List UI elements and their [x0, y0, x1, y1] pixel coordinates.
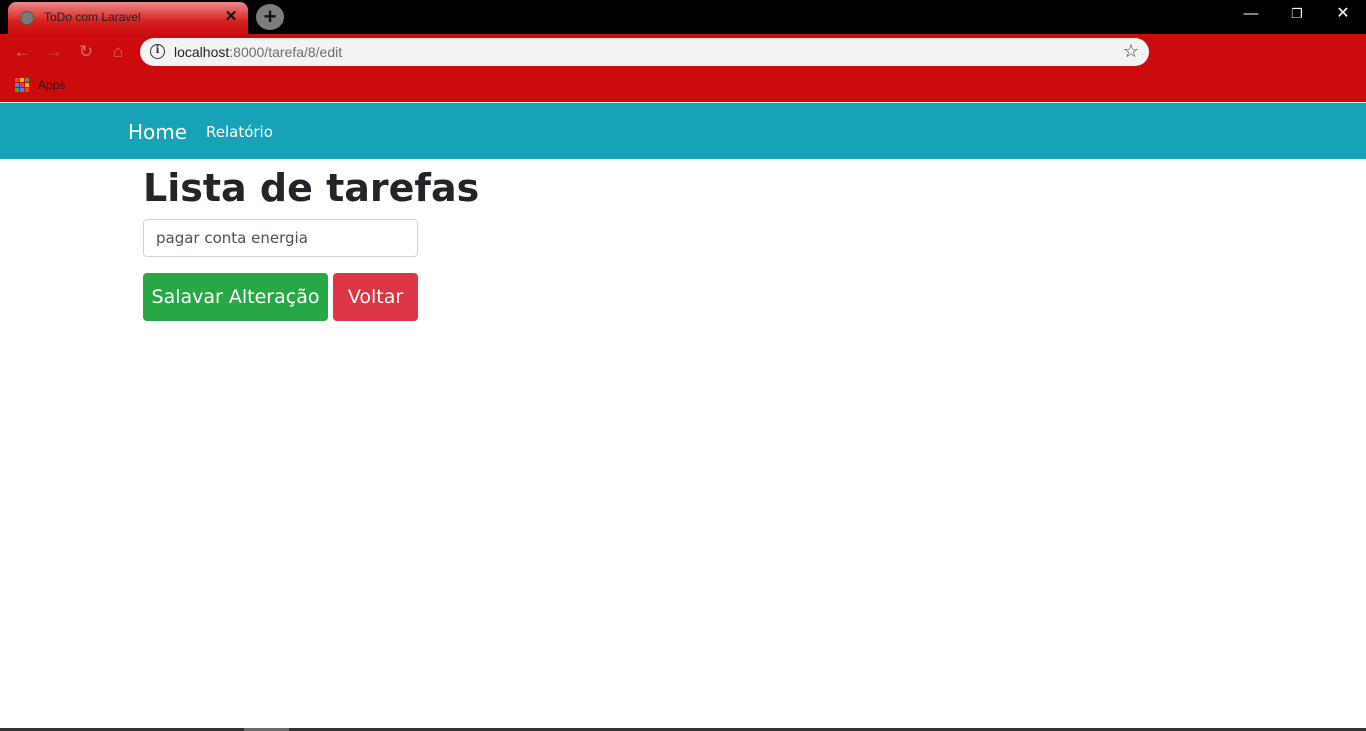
url-text[interactable]: localhost:8000/tarefa/8/edit	[174, 44, 342, 60]
browser-titlebar: ToDo com Laravel ✕ + — ❐ ✕	[0, 0, 1366, 34]
app-navbar: Home Relatório	[0, 103, 1366, 159]
url-host: localhost	[174, 44, 230, 60]
nav-link-relatorio[interactable]: Relatório	[206, 123, 273, 141]
home-icon[interactable]: ⌂	[107, 41, 129, 63]
back-button[interactable]: Voltar	[333, 273, 418, 321]
reload-icon[interactable]: ↻	[75, 41, 97, 63]
bookmark-star-icon[interactable]: ☆	[1123, 41, 1139, 62]
tab-close-icon[interactable]: ✕	[222, 8, 240, 26]
forward-arrow-icon[interactable]: →	[43, 41, 65, 63]
window-close-button[interactable]: ✕	[1320, 0, 1366, 30]
bookmarks-bar: Apps	[0, 70, 1366, 102]
url-path: :8000/tarefa/8/edit	[229, 44, 343, 60]
back-arrow-icon[interactable]: ←	[11, 41, 33, 63]
page-title: Lista de tarefas	[143, 166, 480, 210]
save-changes-button[interactable]: Salavar Alteração	[143, 273, 328, 321]
address-bar[interactable]: i localhost:8000/tarefa/8/edit ☆	[140, 38, 1149, 66]
browser-toolbar: ← → ↻ ⌂ i localhost:8000/tarefa/8/edit ☆	[0, 34, 1366, 70]
globe-icon	[20, 11, 34, 25]
apps-bookmark[interactable]: Apps	[38, 78, 65, 92]
info-icon[interactable]: i	[150, 44, 165, 59]
minimize-button[interactable]: —	[1228, 0, 1274, 30]
tab-title: ToDo com Laravel	[44, 10, 141, 24]
navbar-brand-home[interactable]: Home	[128, 120, 187, 144]
browser-tab[interactable]: ToDo com Laravel ✕	[8, 2, 248, 34]
task-name-input[interactable]	[143, 219, 418, 257]
restore-button[interactable]: ❐	[1274, 0, 1320, 30]
apps-grid-icon[interactable]	[15, 78, 29, 92]
new-tab-button[interactable]: +	[256, 4, 284, 30]
